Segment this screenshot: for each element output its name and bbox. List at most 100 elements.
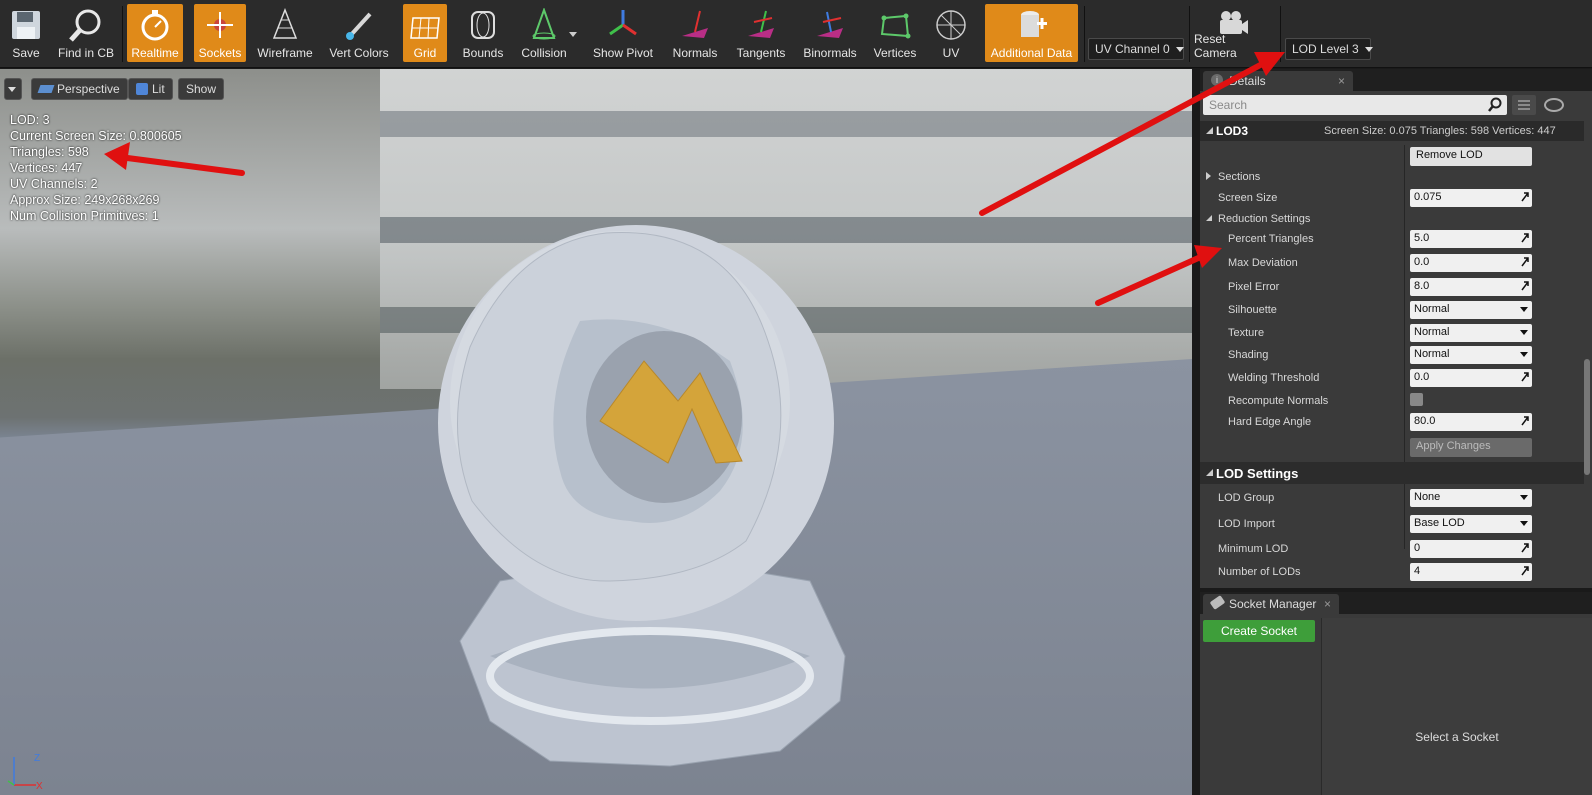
collision-button[interactable]: Collision bbox=[516, 4, 572, 62]
grid-label: Grid bbox=[413, 46, 437, 60]
select-socket-message: Select a Socket bbox=[1415, 730, 1499, 744]
search-input[interactable]: Search bbox=[1203, 95, 1507, 115]
number-of-lods-label: Number of LODs bbox=[1218, 566, 1301, 578]
tab-details[interactable]: i Details × bbox=[1203, 71, 1353, 91]
normals-icon bbox=[682, 10, 708, 38]
create-socket-button[interactable]: Create Socket bbox=[1203, 620, 1315, 642]
sections-row[interactable]: Sections bbox=[1200, 169, 1580, 187]
welding-threshold-field[interactable]: 0.0 bbox=[1410, 369, 1532, 387]
reset-camera-button[interactable]: Reset Camera bbox=[1194, 4, 1270, 62]
close-icon[interactable]: × bbox=[1338, 74, 1345, 88]
screen-size-field[interactable]: 0.075 bbox=[1410, 189, 1532, 207]
apply-changes-button[interactable]: Apply Changes bbox=[1410, 438, 1532, 457]
lod-level-value: LOD Level 3 bbox=[1292, 42, 1359, 56]
reset-arrow-icon bbox=[1521, 192, 1529, 202]
perspective-button[interactable]: Perspective bbox=[31, 78, 128, 100]
perspective-icon bbox=[37, 85, 55, 93]
silhouette-select[interactable]: Normal bbox=[1410, 301, 1532, 319]
static-mesh-editor: Save Find in CB Realtime Sockets Wirefra… bbox=[0, 0, 1592, 795]
save-button[interactable]: Save bbox=[4, 4, 48, 62]
details-scrollbar[interactable] bbox=[1584, 359, 1590, 475]
stat-approx-size: Approx Size: 249x268x269 bbox=[10, 193, 160, 207]
reset-arrow-icon bbox=[1521, 233, 1529, 243]
lod-group-select[interactable]: None bbox=[1410, 489, 1532, 507]
reduction-settings-row[interactable]: Reduction Settings bbox=[1200, 211, 1580, 229]
uv-channel-value: UV Channel 0 bbox=[1095, 42, 1170, 56]
eye-icon[interactable] bbox=[1544, 98, 1564, 112]
reset-arrow-icon bbox=[1521, 416, 1529, 426]
texture-label: Texture bbox=[1228, 327, 1265, 339]
vertices-icon bbox=[880, 13, 911, 39]
shading-select[interactable]: Normal bbox=[1410, 346, 1532, 364]
minimum-lod-field[interactable]: 0 bbox=[1410, 540, 1532, 558]
recompute-normals-checkbox[interactable] bbox=[1410, 393, 1423, 406]
lit-label: Lit bbox=[152, 82, 165, 96]
sockets-label: Sockets bbox=[198, 46, 242, 60]
realtime-label: Realtime bbox=[131, 46, 179, 60]
reset-arrow-icon bbox=[1521, 372, 1529, 382]
recompute-normals-label: Recompute Normals bbox=[1228, 395, 1329, 407]
viewport-options-button[interactable] bbox=[4, 78, 22, 100]
stat-lod: LOD: 3 bbox=[10, 113, 50, 127]
lod-import-select[interactable]: Base LOD bbox=[1410, 515, 1532, 533]
percent-triangles-field[interactable]: 5.0 bbox=[1410, 230, 1532, 248]
toolbar: Save Find in CB Realtime Sockets Wirefra… bbox=[0, 0, 1592, 68]
lod-level-dropdown[interactable]: LOD Level 3 bbox=[1285, 38, 1374, 60]
collapsed-triangle-icon bbox=[1206, 172, 1211, 180]
uv-channel-dropdown[interactable]: UV Channel 0 bbox=[1088, 38, 1185, 60]
wireframe-button[interactable]: Wireframe bbox=[254, 4, 316, 62]
max-deviation-label: Max Deviation bbox=[1228, 257, 1298, 269]
binormals-button[interactable]: Binormals bbox=[800, 4, 860, 62]
uv-button[interactable]: UV bbox=[930, 4, 972, 62]
chevron-down-icon bbox=[1520, 352, 1528, 357]
pixel-error-field[interactable]: 8.0 bbox=[1410, 278, 1532, 296]
show-pivot-button[interactable]: Show Pivot bbox=[590, 4, 656, 62]
find-in-cb-button[interactable]: Find in CB bbox=[54, 4, 118, 62]
view-options-icon[interactable] bbox=[1512, 95, 1536, 115]
normals-button[interactable]: Normals bbox=[668, 4, 722, 62]
viewport-stats: LOD: 3 Current Screen Size: 0.800605 Tri… bbox=[10, 112, 182, 224]
tangents-button[interactable]: Tangents bbox=[732, 4, 790, 62]
tangents-label: Tangents bbox=[736, 46, 786, 60]
socket-details-pane: Select a Socket bbox=[1321, 618, 1592, 795]
details-tab-label: Details bbox=[1229, 74, 1266, 88]
realtime-button[interactable]: Realtime bbox=[127, 4, 183, 62]
bounds-button[interactable]: Bounds bbox=[458, 4, 508, 62]
save-label: Save bbox=[12, 46, 40, 60]
vertices-button[interactable]: Vertices bbox=[870, 4, 920, 62]
socket-manager-tab-label: Socket Manager bbox=[1229, 597, 1317, 611]
reduction-settings-label: Reduction Settings bbox=[1218, 213, 1311, 225]
chevron-down-icon bbox=[1520, 521, 1528, 526]
tab-socket-manager[interactable]: Socket Manager × bbox=[1203, 594, 1339, 614]
search-icon bbox=[1488, 97, 1502, 112]
expand-triangle-icon bbox=[1206, 469, 1213, 476]
close-icon[interactable]: × bbox=[1324, 597, 1331, 611]
stat-triangles: Triangles: 598 bbox=[10, 145, 89, 159]
show-button[interactable]: Show bbox=[178, 78, 225, 100]
sections-label: Sections bbox=[1218, 171, 1261, 183]
lod3-header[interactable]: LOD3 Screen Size: 0.075 Triangles: 598 V… bbox=[1200, 121, 1584, 141]
remove-lod-button[interactable]: Remove LOD bbox=[1410, 147, 1532, 166]
lod-settings-header[interactable]: LOD Settings bbox=[1200, 462, 1584, 484]
lit-button[interactable]: Lit bbox=[128, 78, 173, 100]
viewport[interactable]: Perspective Lit Show LOD: 3 Current Scre… bbox=[0, 69, 1192, 795]
screen-size-label: Screen Size bbox=[1218, 192, 1278, 204]
pivot-icon bbox=[609, 10, 637, 36]
reset-arrow-icon bbox=[1521, 257, 1529, 267]
hard-edge-angle-field[interactable]: 80.0 bbox=[1410, 413, 1532, 431]
collision-dropdown-icon[interactable] bbox=[569, 32, 577, 37]
vert-colors-button[interactable]: Vert Colors bbox=[326, 4, 392, 62]
grid-button[interactable]: Grid bbox=[403, 4, 447, 62]
lod3-info: Screen Size: 0.075 Triangles: 598 Vertic… bbox=[1324, 125, 1556, 137]
normals-label: Normals bbox=[672, 46, 718, 60]
texture-select[interactable]: Normal bbox=[1410, 324, 1532, 342]
chevron-down-icon bbox=[1365, 47, 1374, 53]
wireframe-label: Wireframe bbox=[257, 46, 313, 60]
sockets-button[interactable]: Sockets bbox=[194, 4, 246, 62]
percent-triangles-label: Percent Triangles bbox=[1228, 233, 1314, 245]
number-of-lods-field[interactable]: 4 bbox=[1410, 563, 1532, 581]
max-deviation-field[interactable]: 0.0 bbox=[1410, 254, 1532, 272]
material-sphere-mesh bbox=[438, 225, 846, 767]
axis-z-label: Z bbox=[34, 753, 40, 764]
additional-data-button[interactable]: Additional Data bbox=[985, 4, 1078, 62]
